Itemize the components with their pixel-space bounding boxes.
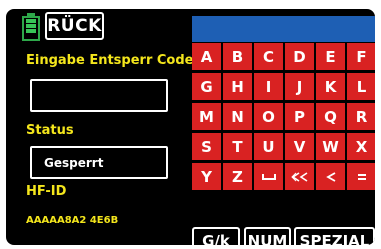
- key-c[interactable]: C: [254, 43, 283, 70]
- status-value: Gesperrt: [30, 146, 168, 179]
- case-toggle-button[interactable]: G/k: [192, 227, 240, 245]
- keyboard: A B C D E F G H I J K L M N O P Q R S T …: [192, 43, 375, 220]
- keyboard-input-display: [192, 16, 375, 42]
- key-l[interactable]: L: [347, 73, 375, 100]
- delete-all-icon[interactable]: [285, 163, 314, 190]
- key-j[interactable]: J: [285, 73, 314, 100]
- key-b[interactable]: B: [223, 43, 252, 70]
- key-t[interactable]: T: [223, 133, 252, 160]
- key-a[interactable]: A: [192, 43, 221, 70]
- battery-icon: [22, 13, 40, 41]
- key-d[interactable]: D: [285, 43, 314, 70]
- key-o[interactable]: O: [254, 103, 283, 130]
- key-p[interactable]: P: [285, 103, 314, 130]
- screen: RÜCK Eingabe Entsperr Code Status Gesper…: [0, 0, 381, 249]
- key-m[interactable]: M: [192, 103, 221, 130]
- key-g[interactable]: G: [192, 73, 221, 100]
- unlock-code-field[interactable]: [30, 79, 168, 112]
- display-panel: RÜCK Eingabe Entsperr Code Status Gesper…: [6, 9, 375, 245]
- special-button[interactable]: SPEZIAL: [294, 227, 375, 245]
- hf-id-value: AAAAA8A2 4E6B: [26, 215, 119, 226]
- key-z[interactable]: Z: [223, 163, 252, 190]
- hf-id-label: HF-ID: [26, 184, 67, 199]
- status-label: Status: [26, 123, 74, 138]
- enter-icon[interactable]: [347, 163, 375, 190]
- key-n[interactable]: N: [223, 103, 252, 130]
- unlock-code-label: Eingabe Entsperr Code: [26, 53, 194, 68]
- key-u[interactable]: U: [254, 133, 283, 160]
- key-w[interactable]: W: [316, 133, 345, 160]
- key-k[interactable]: K: [316, 73, 345, 100]
- backspace-icon[interactable]: [316, 163, 345, 190]
- key-i[interactable]: I: [254, 73, 283, 100]
- key-e[interactable]: E: [316, 43, 345, 70]
- key-h[interactable]: H: [223, 73, 252, 100]
- key-y[interactable]: Y: [192, 163, 221, 190]
- key-x[interactable]: X: [347, 133, 375, 160]
- key-r[interactable]: R: [347, 103, 375, 130]
- key-s[interactable]: S: [192, 133, 221, 160]
- key-q[interactable]: Q: [316, 103, 345, 130]
- key-f[interactable]: F: [347, 43, 375, 70]
- back-button[interactable]: RÜCK: [45, 12, 104, 40]
- num-button[interactable]: NUM: [244, 227, 291, 245]
- key-v[interactable]: V: [285, 133, 314, 160]
- space-icon[interactable]: [254, 163, 283, 190]
